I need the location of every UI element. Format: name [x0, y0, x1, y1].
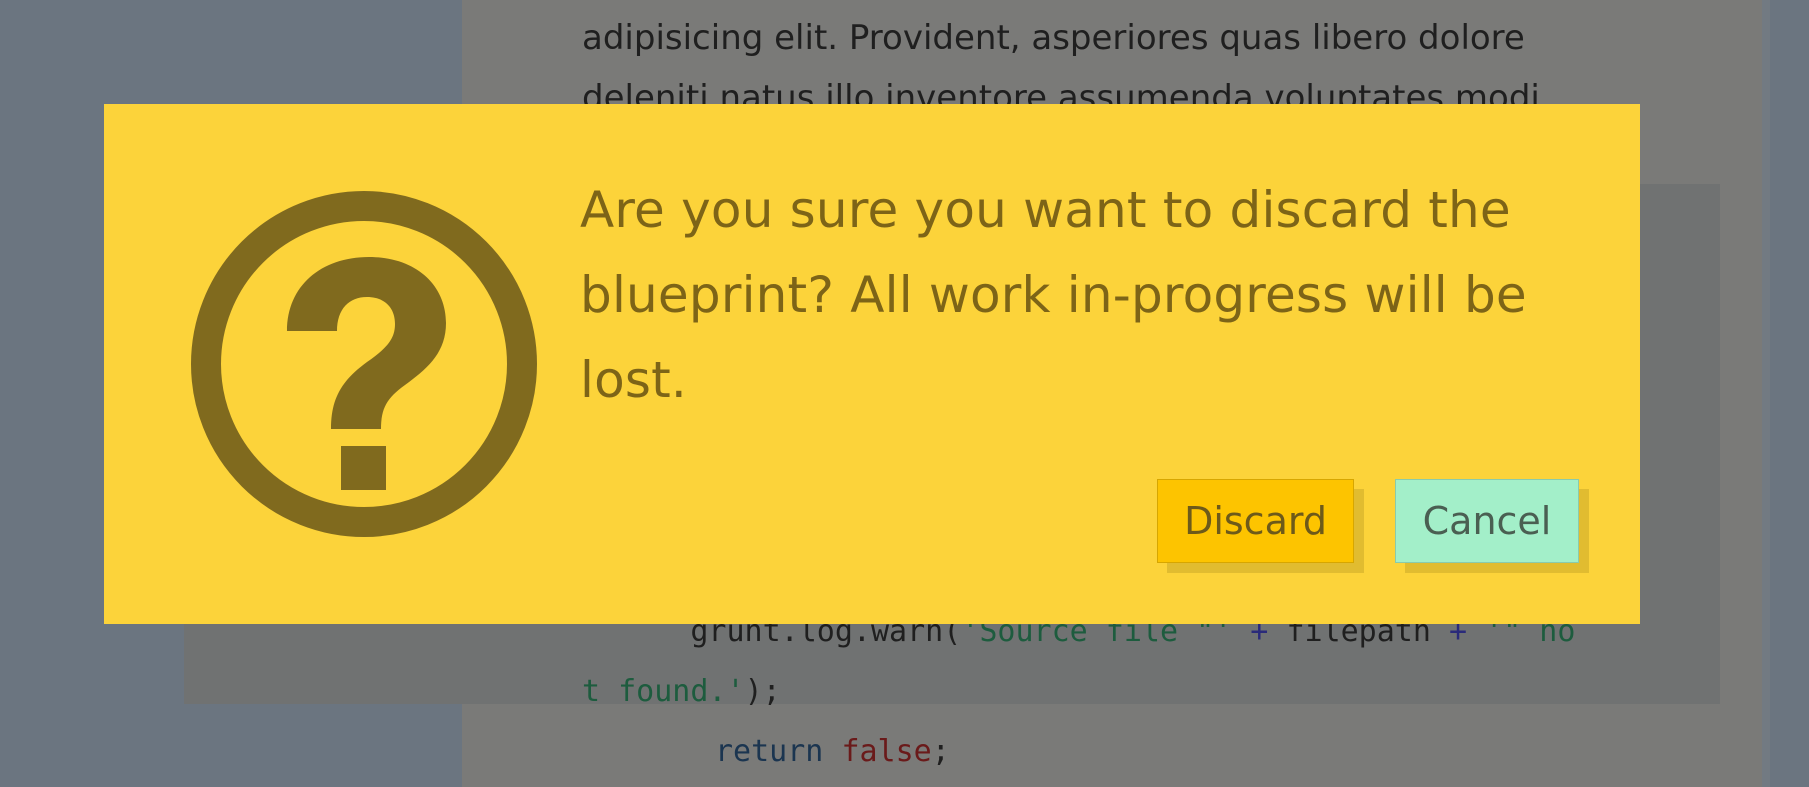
app-page: adipisicing elit. Provident, asperiores …: [0, 0, 1809, 787]
discard-button[interactable]: Discard: [1157, 479, 1354, 563]
discard-button-label: Discard: [1184, 499, 1327, 543]
dialog-message-line: Are you sure you want to discard the: [580, 181, 1511, 239]
cancel-button[interactable]: Cancel: [1395, 479, 1579, 563]
dialog-message-line: lost.: [580, 351, 688, 409]
question-circle-icon: [191, 191, 537, 537]
discard-confirm-dialog: Are you sure you want to discard the blu…: [104, 104, 1640, 624]
dialog-message: Are you sure you want to discard the blu…: [580, 168, 1580, 423]
cancel-button-label: Cancel: [1422, 499, 1552, 543]
dialog-message-line: blueprint? All work in-progress will be: [580, 266, 1527, 324]
